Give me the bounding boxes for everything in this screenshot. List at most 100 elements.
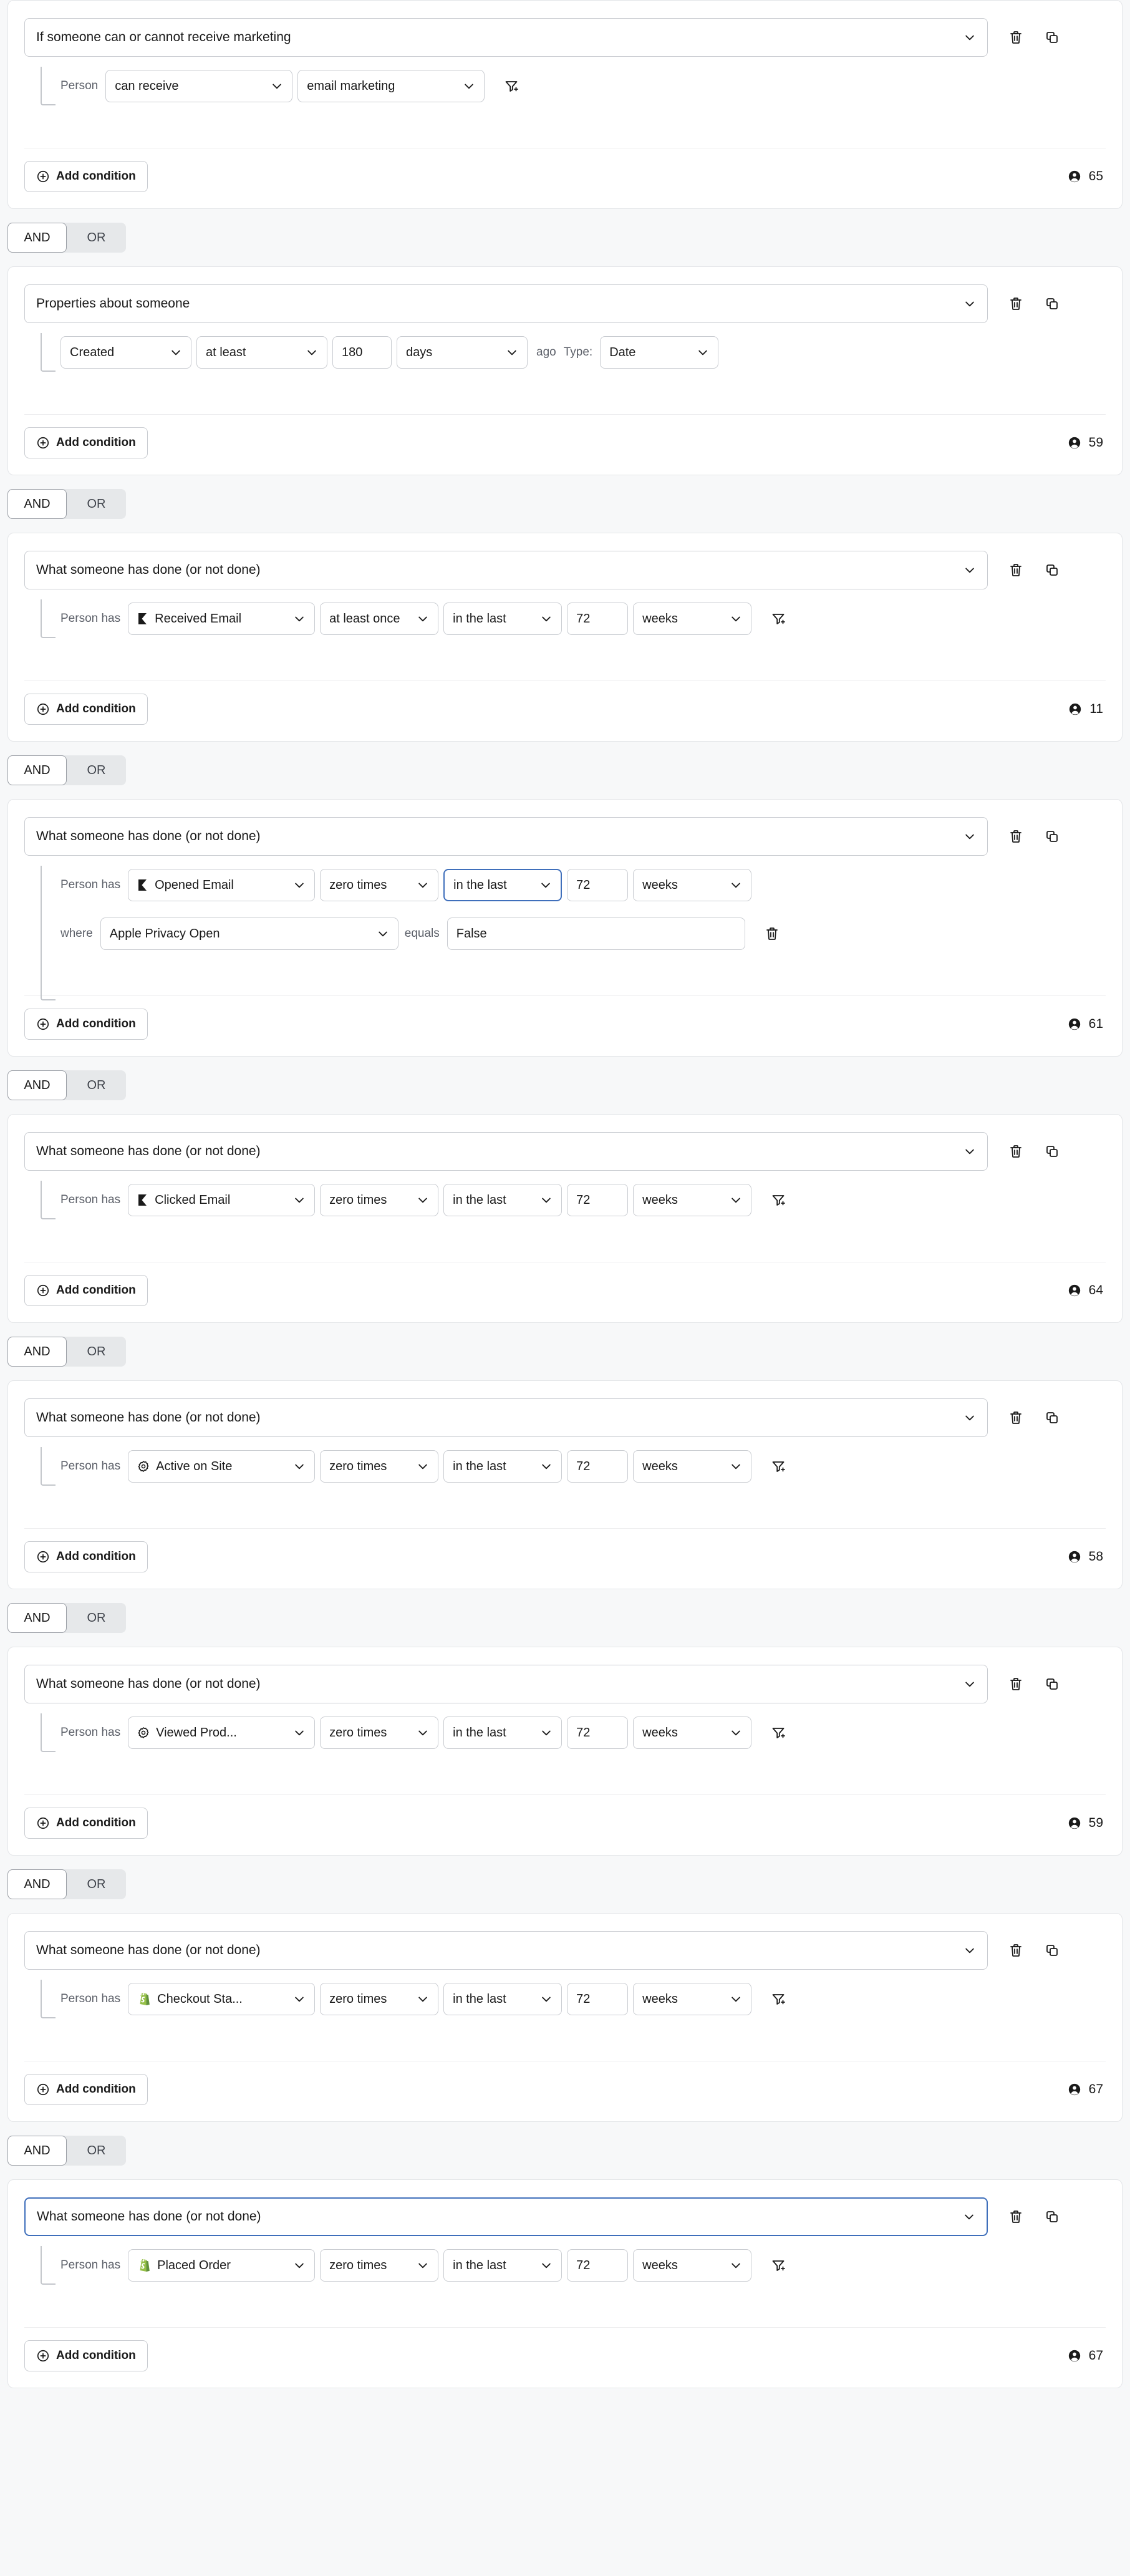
- logic-or-option[interactable]: OR: [67, 1070, 126, 1100]
- add-filter-button[interactable]: [769, 609, 788, 628]
- add-condition-button[interactable]: Add condition: [24, 2074, 148, 2105]
- delete-condition-button[interactable]: [1007, 561, 1025, 579]
- duplicate-condition-button[interactable]: [1043, 1408, 1061, 1427]
- timeframe-amount-input[interactable]: 72: [567, 2249, 629, 2282]
- timeframe-amount-input[interactable]: 72: [567, 1450, 629, 1483]
- logic-or-option[interactable]: OR: [67, 1869, 126, 1899]
- logic-or-option[interactable]: OR: [67, 489, 126, 519]
- timeframe-select[interactable]: in the last: [443, 1717, 563, 1749]
- value-type-select[interactable]: Date: [600, 336, 719, 369]
- logic-or-option[interactable]: OR: [67, 1603, 126, 1633]
- duplicate-condition-button[interactable]: [1043, 1142, 1061, 1161]
- duplicate-condition-button[interactable]: [1043, 28, 1061, 47]
- metric-select[interactable]: Placed Order: [128, 2249, 316, 2282]
- dimension-value-input[interactable]: False: [447, 918, 745, 950]
- metric-select[interactable]: Received Email: [128, 603, 316, 635]
- frequency-select[interactable]: zero times: [320, 869, 439, 901]
- timeframe-amount-input[interactable]: 72: [567, 869, 629, 901]
- duplicate-condition-button[interactable]: [1043, 827, 1061, 846]
- logic-or-option[interactable]: OR: [67, 223, 126, 253]
- duplicate-condition-button[interactable]: [1043, 294, 1061, 313]
- metric-select[interactable]: Opened Email: [128, 869, 316, 901]
- dimension-select[interactable]: Apple Privacy Open: [100, 918, 398, 950]
- add-condition-button[interactable]: Add condition: [24, 694, 148, 725]
- frequency-select[interactable]: zero times: [320, 1983, 439, 2015]
- condition-type-select[interactable]: What someone has done (or not done): [24, 817, 988, 856]
- logic-and-option[interactable]: AND: [7, 1603, 67, 1633]
- frequency-select[interactable]: zero times: [320, 2249, 439, 2282]
- condition-type-select[interactable]: What someone has done (or not done): [24, 1931, 988, 1970]
- duplicate-condition-button[interactable]: [1043, 1941, 1061, 1960]
- condition-type-select[interactable]: If someone can or cannot receive marketi…: [24, 18, 988, 57]
- logic-or-option[interactable]: OR: [67, 2136, 126, 2166]
- condition-type-select[interactable]: What someone has done (or not done): [24, 551, 988, 589]
- frequency-select[interactable]: zero times: [320, 1450, 439, 1483]
- timeframe-select[interactable]: in the last: [443, 869, 563, 901]
- amount-input[interactable]: 180: [332, 336, 392, 369]
- duplicate-condition-button[interactable]: [1043, 2207, 1061, 2226]
- duplicate-condition-button[interactable]: [1043, 1675, 1061, 1693]
- add-filter-button[interactable]: [769, 1191, 788, 1209]
- logic-and-option[interactable]: AND: [7, 223, 67, 253]
- add-filter-button[interactable]: [502, 77, 521, 95]
- logic-and-option[interactable]: AND: [7, 1070, 67, 1100]
- timeframe-unit-select[interactable]: weeks: [633, 1184, 752, 1216]
- frequency-select[interactable]: zero times: [320, 1717, 439, 1749]
- metric-select[interactable]: Viewed Prod...: [128, 1717, 316, 1749]
- delete-condition-button[interactable]: [1007, 1675, 1025, 1693]
- consent-status-select[interactable]: can receive: [105, 70, 293, 102]
- add-filter-button[interactable]: [769, 2256, 788, 2275]
- unit-select[interactable]: days: [397, 336, 528, 369]
- add-condition-button[interactable]: Add condition: [24, 2340, 148, 2371]
- delete-filter-button[interactable]: [763, 924, 781, 943]
- logic-or-option[interactable]: OR: [67, 1337, 126, 1367]
- logic-and-option[interactable]: AND: [7, 755, 67, 785]
- property-select[interactable]: Created: [60, 336, 191, 369]
- delete-condition-button[interactable]: [1007, 1142, 1025, 1161]
- timeframe-select[interactable]: in the last: [443, 1184, 563, 1216]
- timeframe-select[interactable]: in the last: [443, 1983, 563, 2015]
- timeframe-select[interactable]: in the last: [443, 1450, 563, 1483]
- frequency-select[interactable]: zero times: [320, 1184, 439, 1216]
- timeframe-amount-input[interactable]: 72: [567, 1717, 629, 1749]
- timeframe-select[interactable]: in the last: [443, 603, 563, 635]
- timeframe-unit-select[interactable]: weeks: [633, 2249, 752, 2282]
- logic-and-option[interactable]: AND: [7, 1337, 67, 1367]
- metric-select[interactable]: Active on Site: [128, 1450, 316, 1483]
- add-filter-button[interactable]: [769, 1457, 788, 1476]
- metric-select[interactable]: Checkout Sta...: [128, 1983, 316, 2015]
- timeframe-unit-select[interactable]: weeks: [633, 603, 752, 635]
- frequency-select[interactable]: at least once: [320, 603, 439, 635]
- delete-condition-button[interactable]: [1007, 827, 1025, 846]
- timeframe-unit-select[interactable]: weeks: [633, 869, 752, 901]
- delete-condition-button[interactable]: [1007, 28, 1025, 47]
- timeframe-amount-input[interactable]: 72: [567, 1983, 629, 2015]
- timeframe-select[interactable]: in the last: [443, 2249, 563, 2282]
- add-condition-button[interactable]: Add condition: [24, 1009, 148, 1040]
- condition-type-select[interactable]: What someone has done (or not done): [24, 1398, 988, 1437]
- delete-condition-button[interactable]: [1007, 294, 1025, 313]
- add-condition-button[interactable]: Add condition: [24, 1541, 148, 1572]
- condition-type-select[interactable]: What someone has done (or not done): [24, 1665, 988, 1703]
- condition-type-select[interactable]: What someone has done (or not done): [24, 2197, 988, 2236]
- timeframe-amount-input[interactable]: 72: [567, 603, 629, 635]
- logic-and-option[interactable]: AND: [7, 2136, 67, 2166]
- add-condition-button[interactable]: Add condition: [24, 1275, 148, 1306]
- condition-type-select[interactable]: Properties about someone: [24, 284, 988, 323]
- delete-condition-button[interactable]: [1007, 1941, 1025, 1960]
- timeframe-amount-input[interactable]: 72: [567, 1184, 629, 1216]
- add-condition-button[interactable]: Add condition: [24, 161, 148, 192]
- add-filter-button[interactable]: [769, 1990, 788, 2008]
- delete-condition-button[interactable]: [1007, 2207, 1025, 2226]
- channel-select[interactable]: email marketing: [297, 70, 485, 102]
- timeframe-unit-select[interactable]: weeks: [633, 1450, 752, 1483]
- add-condition-button[interactable]: Add condition: [24, 427, 148, 458]
- add-filter-button[interactable]: [769, 1723, 788, 1742]
- delete-condition-button[interactable]: [1007, 1408, 1025, 1427]
- timeframe-unit-select[interactable]: weeks: [633, 1717, 752, 1749]
- logic-and-option[interactable]: AND: [7, 489, 67, 519]
- metric-select[interactable]: Clicked Email: [128, 1184, 316, 1216]
- add-condition-button[interactable]: Add condition: [24, 1808, 148, 1839]
- timeframe-unit-select[interactable]: weeks: [633, 1983, 752, 2015]
- logic-or-option[interactable]: OR: [67, 755, 126, 785]
